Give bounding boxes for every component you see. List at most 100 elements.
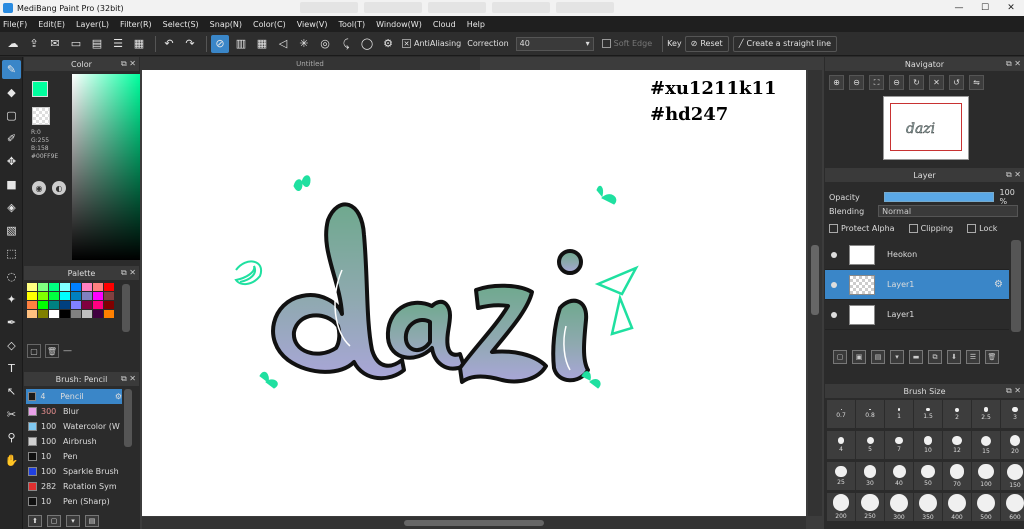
palette-swatch[interactable] xyxy=(60,283,70,291)
palette-swatch[interactable] xyxy=(104,292,114,300)
palette-swatch[interactable] xyxy=(71,292,81,300)
menu-tool[interactable]: Tool(T) xyxy=(338,20,365,29)
brush-size-cell[interactable]: 20 xyxy=(1001,431,1024,459)
opacity-slider[interactable] xyxy=(883,192,994,202)
menu-window[interactable]: Window(W) xyxy=(376,20,422,29)
straight-line-button[interactable]: ╱ Create a straight line xyxy=(732,35,838,52)
brush-size-cell[interactable]: 5 xyxy=(856,431,885,459)
palette-swatch[interactable] xyxy=(104,283,114,291)
reset-view-icon[interactable]: ✕ xyxy=(929,75,944,90)
palette-scrollbar[interactable] xyxy=(122,284,130,332)
palette-swatch[interactable] xyxy=(93,292,103,300)
menu-snap[interactable]: Snap(N) xyxy=(210,20,242,29)
text-tool-icon[interactable]: T xyxy=(2,359,21,378)
palette-swatch[interactable] xyxy=(49,292,59,300)
redo-icon[interactable]: ↷ xyxy=(181,35,199,53)
palette-swatch[interactable] xyxy=(71,301,81,309)
brush-item-sparkle[interactable]: 100 Sparkle Brush xyxy=(26,464,122,479)
new-layer-icon[interactable]: ▢ xyxy=(833,350,847,364)
palette-menu-icon[interactable]: — xyxy=(63,346,72,356)
transparent-color-swatch[interactable] xyxy=(32,107,50,125)
brush-item-pen[interactable]: 10 Pen xyxy=(26,449,122,464)
select-eraser-tool-icon[interactable]: ◇ xyxy=(2,336,21,355)
palette-swatch[interactable] xyxy=(60,292,70,300)
brush-size-cell[interactable]: 12 xyxy=(943,431,972,459)
brush-size-cell[interactable]: 0.8 xyxy=(856,400,885,428)
brush-size-cell[interactable]: 250 xyxy=(856,493,885,521)
palette-swatch[interactable] xyxy=(27,310,37,318)
palette-swatch[interactable] xyxy=(38,292,48,300)
brush-size-cell[interactable]: 10 xyxy=(914,431,943,459)
operation-tool-icon[interactable]: ↖ xyxy=(2,382,21,401)
rotate-icon[interactable]: ↻ xyxy=(909,75,924,90)
new-layer-menu-icon[interactable]: ▾ xyxy=(890,350,904,364)
palette-swatch[interactable] xyxy=(60,301,70,309)
gear-icon[interactable]: ⚙ xyxy=(994,279,1003,290)
palette-swatch[interactable] xyxy=(49,301,59,309)
list-icon[interactable]: ☰ xyxy=(109,35,127,53)
layer-scrollbar[interactable] xyxy=(1011,240,1021,332)
navigator-viewport[interactable] xyxy=(890,103,962,151)
fit-icon[interactable]: ⛶ xyxy=(869,75,884,90)
color-picker-icon[interactable]: ◐ xyxy=(52,181,66,195)
snap-perspective-icon[interactable]: ◁ xyxy=(274,35,292,53)
brush-scrollbar[interactable] xyxy=(124,389,132,447)
brush-size-cell[interactable]: 150 xyxy=(1001,462,1024,490)
delete-layer-icon[interactable]: 🗑 xyxy=(985,350,999,364)
horizontal-scrollbar[interactable] xyxy=(142,517,806,529)
palette-swatch[interactable] xyxy=(104,310,114,318)
select-pen-tool-icon[interactable]: ✒ xyxy=(2,313,21,332)
settings-icon[interactable]: ⚙ xyxy=(379,35,397,53)
snap-curve-icon[interactable]: ⤹ xyxy=(337,35,355,53)
foreground-color-swatch[interactable] xyxy=(32,81,48,97)
palette-swatch[interactable] xyxy=(49,310,59,318)
shape-tool-icon[interactable]: ■ xyxy=(2,175,21,194)
palette-swatch[interactable] xyxy=(27,292,37,300)
minimize-button[interactable]: — xyxy=(946,0,972,16)
brush-size-cell[interactable]: 70 xyxy=(943,462,972,490)
clipping-checkbox[interactable]: Clipping xyxy=(908,224,953,233)
panel-close-icon[interactable]: ⧉ ✕ xyxy=(121,268,136,278)
palette-swatch[interactable] xyxy=(38,283,48,291)
panel-close-icon[interactable]: ⧉ ✕ xyxy=(121,59,136,69)
visibility-icon[interactable] xyxy=(831,251,837,258)
brush-item-blur[interactable]: 300 Blur xyxy=(26,404,122,419)
brush-menu-icon[interactable]: ▾ xyxy=(66,515,80,527)
palette-swatch[interactable] xyxy=(93,301,103,309)
merge-layer-icon[interactable]: ⬇ xyxy=(947,350,961,364)
add-brush-icon[interactable]: ⬆ xyxy=(28,515,42,527)
lock-checkbox[interactable]: Lock xyxy=(967,224,997,233)
vertical-scrollbar[interactable] xyxy=(808,70,822,516)
eraser-tool-icon[interactable]: ◆ xyxy=(2,83,21,102)
brush-size-cell[interactable]: 7 xyxy=(885,431,914,459)
brush-size-cell[interactable]: 200 xyxy=(827,493,856,521)
move-tool-icon[interactable]: ✥ xyxy=(2,152,21,171)
brush-size-cell[interactable]: 2.5 xyxy=(972,400,1001,428)
panel-close-icon[interactable]: ⧉ ✕ xyxy=(1006,59,1021,69)
menu-select[interactable]: Select(S) xyxy=(163,20,199,29)
eyedropper-tool-icon[interactable]: ⚲ xyxy=(2,428,21,447)
maximize-button[interactable]: ☐ xyxy=(972,0,998,16)
magic-wand-tool-icon[interactable]: ✦ xyxy=(2,290,21,309)
export-icon[interactable]: ▦ xyxy=(130,35,148,53)
palette-swatch[interactable] xyxy=(49,283,59,291)
visibility-icon[interactable] xyxy=(831,281,837,288)
menu-layer[interactable]: Layer(L) xyxy=(76,20,109,29)
palette-swatch[interactable] xyxy=(82,310,92,318)
brush-size-cell[interactable]: 600 xyxy=(1001,493,1024,521)
brush-size-cell[interactable]: 3 xyxy=(1001,400,1024,428)
brush-size-cell[interactable]: 50 xyxy=(914,462,943,490)
snap-grid-icon[interactable]: ▦ xyxy=(253,35,271,53)
menu-view[interactable]: View(V) xyxy=(297,20,328,29)
panel-close-icon[interactable]: ⧉ ✕ xyxy=(121,374,136,384)
brush-item-rotation-sym[interactable]: 282 Rotation Sym xyxy=(26,479,122,494)
layer-settings-icon[interactable]: ☰ xyxy=(966,350,980,364)
palette-swatch[interactable] xyxy=(27,301,37,309)
menu-help[interactable]: Help xyxy=(467,20,485,29)
brush-item-pencil[interactable]: 4 Pencil ⚙ xyxy=(26,389,122,404)
palette-grid[interactable] xyxy=(27,283,114,318)
folder-icon[interactable]: ▬ xyxy=(909,350,923,364)
close-button[interactable]: ✕ xyxy=(998,0,1024,16)
layer-row[interactable]: Heokon xyxy=(825,240,1009,270)
menu-edit[interactable]: Edit(E) xyxy=(38,20,65,29)
